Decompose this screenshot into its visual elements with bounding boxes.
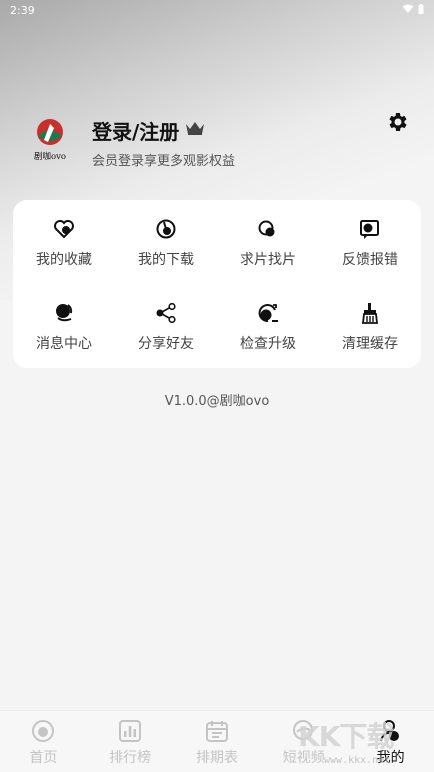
tab-label: 首页 xyxy=(29,750,58,766)
battery-icon xyxy=(418,4,424,17)
login-subtitle: 会员登录享更多观影权益 xyxy=(92,154,236,169)
menu-item-favorites[interactable]: 我的收藏 xyxy=(13,200,115,284)
short-video-icon xyxy=(292,719,316,743)
download-icon xyxy=(155,218,177,240)
tab-label: 排行榜 xyxy=(109,750,152,766)
version-text: V1.0.0@剧咖ovo xyxy=(164,394,270,409)
logo-text: 剧咖ovo xyxy=(34,151,66,162)
status-icons xyxy=(402,4,424,17)
search-film-icon xyxy=(257,218,279,240)
profile-header[interactable]: 剧咖ovo 登录/注册 会员登录享更多观影权益 xyxy=(30,110,410,180)
app-logo: 剧咖ovo xyxy=(30,116,70,166)
menu-card: 我的收藏 我的下载 求片找片 反馈报错 消息中心 分享好友 检查升级 清理缓存 xyxy=(13,200,421,368)
bottom-tab-bar: 首页 排行榜 排期表 短视频 我的 xyxy=(0,710,434,772)
menu-item-messages[interactable]: 消息中心 xyxy=(13,284,115,368)
calendar-icon xyxy=(205,719,229,743)
status-bar: 2:39 xyxy=(0,0,434,22)
menu-item-label: 我的收藏 xyxy=(36,252,92,268)
feedback-icon xyxy=(359,218,381,240)
menu-item-label: 检查升级 xyxy=(240,336,296,352)
crown-icon xyxy=(185,120,205,136)
menu-item-feedback[interactable]: 反馈报错 xyxy=(319,200,421,284)
menu-item-clear-cache[interactable]: 清理缓存 xyxy=(319,284,421,368)
share-icon xyxy=(155,302,177,324)
tab-label: 排期表 xyxy=(195,750,238,766)
tab-profile[interactable]: 我的 xyxy=(347,711,434,772)
menu-item-upgrade[interactable]: 检查升级 xyxy=(217,284,319,368)
login-register-link[interactable]: 登录/注册 xyxy=(92,116,179,145)
upgrade-icon xyxy=(257,302,279,324)
ranking-icon xyxy=(118,719,142,743)
tab-short-video[interactable]: 短视频 xyxy=(260,711,347,772)
home-icon xyxy=(31,719,55,743)
menu-item-label: 我的下载 xyxy=(138,252,194,268)
bell-icon xyxy=(53,302,75,324)
broom-icon xyxy=(359,302,381,324)
menu-item-label: 分享好友 xyxy=(138,336,194,352)
tab-schedule[interactable]: 排期表 xyxy=(174,711,261,772)
menu-item-label: 消息中心 xyxy=(36,336,92,352)
settings-gear-icon[interactable] xyxy=(386,110,410,134)
tab-ranking[interactable]: 排行榜 xyxy=(87,711,174,772)
menu-item-label: 反馈报错 xyxy=(342,252,398,268)
heart-icon xyxy=(53,218,75,240)
menu-item-downloads[interactable]: 我的下载 xyxy=(115,200,217,284)
tab-home[interactable]: 首页 xyxy=(0,711,87,772)
tab-label: 我的 xyxy=(376,750,405,766)
menu-item-share[interactable]: 分享好友 xyxy=(115,284,217,368)
tab-label: 短视频 xyxy=(282,750,325,766)
wifi-icon xyxy=(402,4,414,17)
menu-item-label: 清理缓存 xyxy=(342,336,398,352)
menu-item-request-film[interactable]: 求片找片 xyxy=(217,200,319,284)
menu-item-label: 求片找片 xyxy=(240,252,296,268)
profile-icon xyxy=(379,719,403,743)
status-time: 2:39 xyxy=(10,4,35,17)
